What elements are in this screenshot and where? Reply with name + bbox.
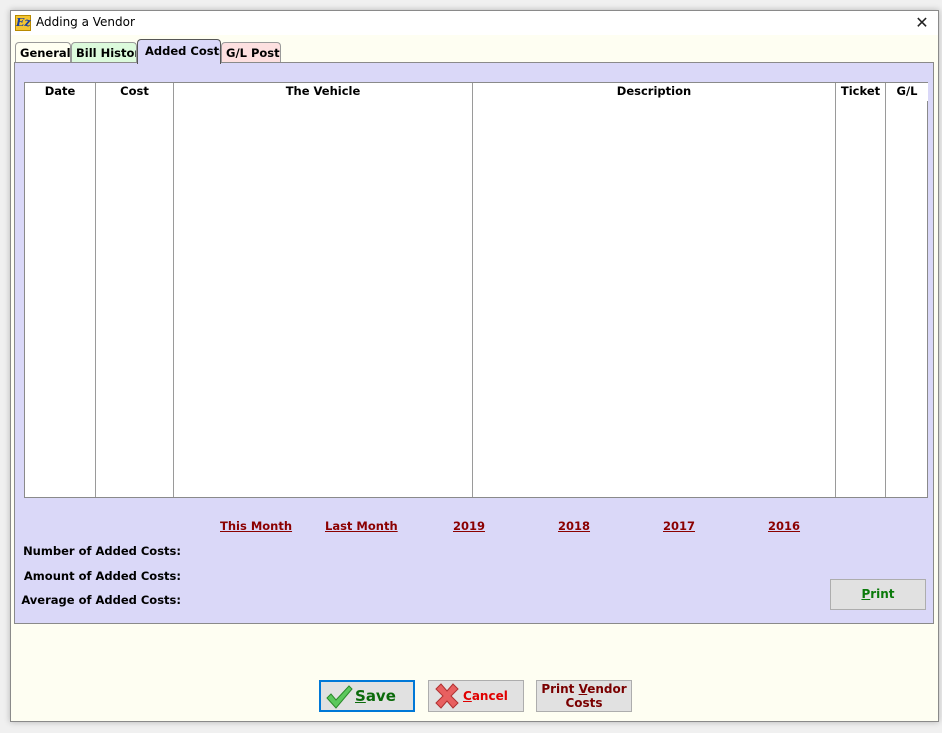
tab-gl-posts[interactable]: G/L Posts [221,42,281,63]
pvc-post: endor [587,682,627,696]
cancel-accel: C [463,689,472,703]
tab-bill-history[interactable]: Bill History [71,42,137,63]
number-of-added-costs-label: Number of Added Costs: [23,544,181,558]
average-of-added-costs-label: Average of Added Costs: [21,593,181,607]
column-gl: G/L [886,83,928,497]
print-vendor-costs-line2: Costs [565,696,603,710]
close-button[interactable]: ✕ [912,13,932,33]
cancel-button[interactable]: Cancel [428,680,524,712]
period-2018-link[interactable]: 2018 [558,519,590,533]
column-header-ticket[interactable]: Ticket [836,83,885,101]
added-costs-panel: Date Cost The Vehicle Description Ticket… [14,62,934,624]
vendor-dialog: Ez Adding a Vendor ✕ General Bill Histor… [10,10,939,722]
column-ticket: Ticket [836,83,886,497]
checkmark-icon [326,685,353,709]
cancel-label: Cancel [463,681,508,711]
amount-of-added-costs-label: Amount of Added Costs: [23,569,181,583]
column-header-description[interactable]: Description [473,83,835,101]
column-header-cost[interactable]: Cost [96,83,173,101]
print-button[interactable]: Print [830,579,926,610]
period-this-month-link[interactable]: This Month [220,519,292,533]
column-header-date[interactable]: Date [25,83,95,101]
pvc-pre: Print [541,682,579,696]
x-cross-icon [435,683,459,709]
close-icon: ✕ [915,13,929,32]
pvc-accel: V [578,682,588,696]
period-2016-link[interactable]: 2016 [768,519,800,533]
save-button[interactable]: Save [319,680,415,712]
window-title: Adding a Vendor [36,15,135,29]
added-costs-grid[interactable]: Date Cost The Vehicle Description Ticket… [24,82,928,498]
print-vendor-costs-button[interactable]: Print Vendor Costs [536,680,632,712]
title-bar: Ez Adding a Vendor ✕ [11,11,938,35]
column-description: Description [473,83,836,497]
period-2019-link[interactable]: 2019 [453,519,485,533]
save-accel: S [355,687,366,705]
print-label: rint [870,587,895,601]
period-last-month-link[interactable]: Last Month [325,519,398,533]
column-cost: Cost [96,83,174,497]
print-accel: P [861,587,871,601]
period-2017-link[interactable]: 2017 [663,519,695,533]
app-icon: Ez [15,15,31,31]
cancel-label-rest: ancel [471,689,508,703]
column-vehicle: The Vehicle [174,83,473,497]
save-label-rest: ave [365,687,396,705]
print-vendor-costs-line1: Print Vendor [537,682,631,696]
column-header-gl[interactable]: G/L [886,83,928,101]
tab-added-costs[interactable]: Added Costs [137,39,221,64]
tab-general[interactable]: General [15,42,71,63]
save-label: Save [355,682,396,710]
column-header-vehicle[interactable]: The Vehicle [174,83,472,101]
column-date: Date [25,83,96,497]
